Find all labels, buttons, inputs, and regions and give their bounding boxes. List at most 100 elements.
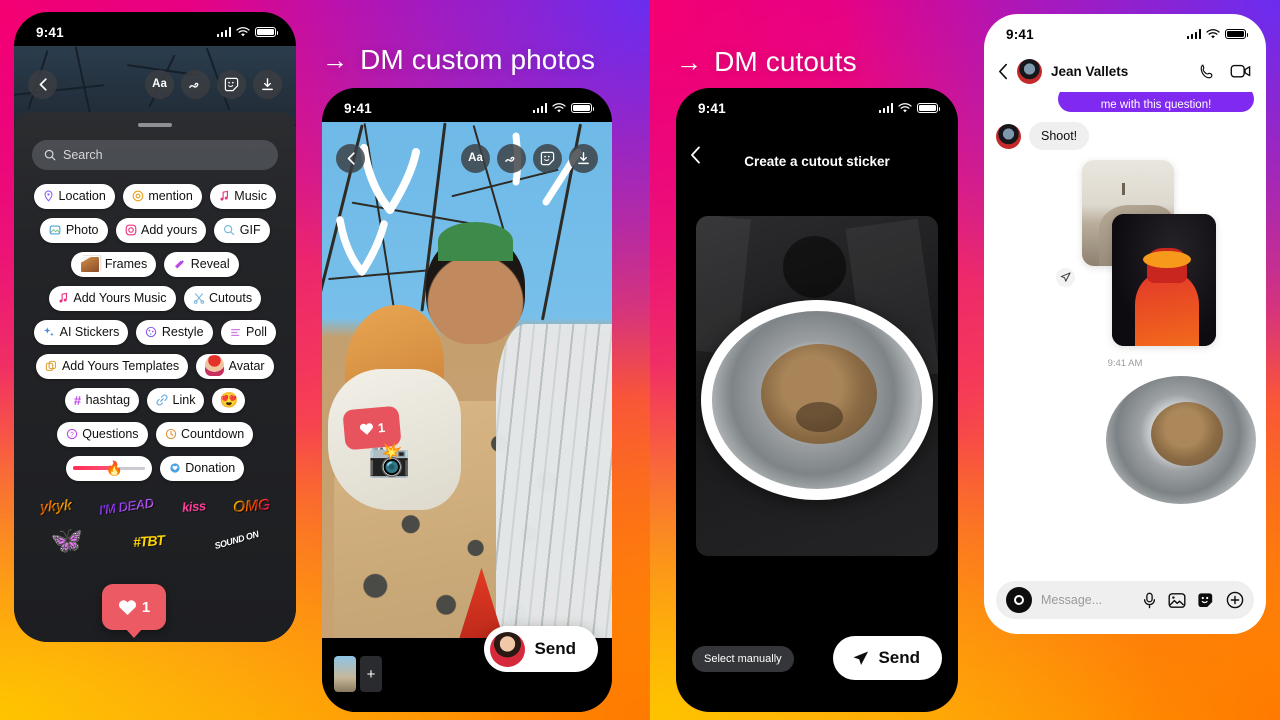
back-button[interactable] [998, 63, 1008, 80]
sticker-chip-location[interactable]: Location [34, 183, 115, 209]
photo-canvas: 1 📸 [322, 122, 612, 638]
phone-dm-thread: 9:41 Jean Vallets me with this question!… [984, 14, 1266, 634]
phone-icon[interactable] [1197, 62, 1216, 81]
sticker-chip-add-yours-templates[interactable]: Add Yours Templates [36, 353, 189, 379]
message-composer: Message... [984, 566, 1266, 634]
sticker-chip-reveal[interactable]: Reveal [164, 251, 239, 277]
editor-toolbar: Aa [14, 64, 296, 104]
sticker-chip-slider[interactable]: 🔥 [65, 455, 152, 481]
send-button[interactable]: Send [484, 626, 598, 672]
art-sticker[interactable]: OMG [233, 496, 271, 517]
chip-label: Reveal [190, 257, 230, 271]
sticker-tool-button[interactable] [217, 69, 246, 99]
camera-sticker[interactable]: 📸 [368, 440, 410, 480]
art-sticker[interactable]: SOUND ON [213, 529, 259, 551]
art-sticker[interactable]: I'M DEAD [99, 495, 155, 517]
thumbnail-item[interactable] [334, 656, 356, 692]
chip-label: Poll [246, 325, 267, 339]
chip-label: Restyle [161, 325, 204, 339]
sticker-tool-button[interactable] [533, 143, 562, 173]
sticker-chip-questions[interactable]: ? Questions [56, 421, 148, 447]
callout-dm-cutouts: → DM cutouts [676, 46, 857, 78]
scissors-icon [193, 293, 204, 304]
back-button[interactable] [336, 143, 365, 173]
fire-emoji-icon: 🔥 [105, 459, 124, 476]
message-incoming[interactable]: Shoot! [1029, 122, 1090, 150]
hashtag-icon: # [73, 392, 82, 408]
sticker-chip-link[interactable]: Link [147, 387, 205, 413]
music-note-icon [59, 292, 67, 303]
composer-input-wrapper[interactable]: Message... [996, 581, 1254, 619]
add-media-button[interactable]: + [360, 656, 382, 692]
chip-label: Music [234, 189, 267, 203]
sticker-chip-hashtag[interactable]: # hashtag [64, 387, 140, 413]
camera-icon [1014, 595, 1024, 605]
heart-icon [359, 422, 373, 435]
editor-toolbar: Aa [322, 138, 612, 178]
sticker-chip-cutouts[interactable]: Cutouts [183, 285, 262, 311]
sticker-chip-ai-stickers[interactable]: AI Stickers [34, 319, 129, 345]
sticker-chip-poll[interactable]: Poll [220, 319, 276, 345]
back-button[interactable] [28, 69, 57, 99]
hat-shape [1143, 250, 1192, 269]
sticker-chip-donation[interactable]: Donation [159, 455, 245, 481]
back-button[interactable] [690, 146, 701, 164]
sticker-chip-gif[interactable]: GIF [214, 217, 270, 243]
camera-button[interactable] [1006, 587, 1032, 613]
sticker-icon[interactable] [1197, 592, 1215, 609]
status-bar: 9:41 [322, 88, 612, 122]
draw-tool-button[interactable] [181, 69, 210, 99]
art-sticker[interactable]: #TBT [132, 531, 164, 549]
arrow-icon: → [676, 46, 703, 77]
sticker-chip-restyle[interactable]: Restyle [136, 319, 213, 345]
draw-tool-button[interactable] [497, 143, 526, 173]
sticker-chip-frames[interactable]: Frames [71, 251, 157, 277]
sticker-chip-mention[interactable]: mention [122, 183, 202, 209]
sticker-chip-photo[interactable]: Photo [40, 217, 108, 243]
sticker-chip-add-yours[interactable]: Add yours [115, 217, 207, 243]
search-input[interactable]: Search [32, 139, 278, 170]
image-icon [49, 225, 61, 235]
image-icon[interactable] [1168, 592, 1186, 609]
art-sticker[interactable]: kiss [181, 498, 206, 515]
sticker-chip-countdown[interactable]: Countdown [155, 421, 254, 447]
sticker-chip-add-yours-music[interactable]: Add Yours Music [48, 285, 176, 311]
select-manually-button[interactable]: Select manually [692, 646, 794, 672]
contact-avatar[interactable] [1017, 58, 1042, 84]
photo-message-red-dress[interactable] [1112, 214, 1216, 346]
message-input[interactable]: Message... [1041, 593, 1133, 607]
save-tool-button[interactable] [253, 69, 282, 99]
like-badge-sticker[interactable]: 1 [102, 584, 166, 630]
art-sticker[interactable]: ykyk [39, 497, 72, 516]
text-tool-button[interactable]: Aa [461, 143, 490, 173]
tray-grabber[interactable] [138, 123, 172, 127]
butterfly-sticker-icon[interactable]: 🦋 [51, 525, 83, 556]
wifi-icon [1206, 28, 1220, 38]
phone-custom-photo-editor: 1 📸 9:41 Aa + Send [322, 88, 612, 712]
chevron-left-icon [691, 146, 700, 164]
cutout-sticker-message[interactable] [1106, 376, 1256, 504]
save-tool-button[interactable] [569, 143, 598, 173]
text-tool-button[interactable]: Aa [145, 69, 174, 99]
draw-icon [189, 82, 199, 88]
microphone-icon[interactable] [1142, 592, 1157, 609]
cutout-sticker-preview[interactable] [701, 299, 933, 500]
message-outgoing-purple[interactable]: me with this question! [1058, 92, 1254, 112]
send-button[interactable]: Send [833, 636, 942, 680]
sticker-chip-music[interactable]: Music [209, 183, 276, 209]
status-time: 9:41 [698, 100, 726, 116]
chip-label: Photo [65, 223, 99, 237]
contact-name: Jean Vallets [1051, 63, 1129, 79]
video-camera-icon[interactable] [1230, 62, 1252, 80]
chip-label: Frames [104, 257, 148, 271]
chip-label: Location [58, 189, 106, 203]
plus-circle-icon[interactable] [1226, 591, 1244, 609]
sticker-chip-emoji[interactable]: 😍 [212, 387, 246, 413]
status-bar: 9:41 [14, 12, 296, 46]
like-count: 1 [377, 419, 386, 435]
download-icon [578, 151, 589, 164]
sticker-chip-avatar[interactable]: Avatar [196, 353, 274, 379]
paper-plane-icon [853, 650, 869, 665]
cutout-canvas[interactable] [696, 216, 938, 556]
message-list[interactable]: me with this question! Shoot! 9:41 AM [984, 92, 1266, 566]
